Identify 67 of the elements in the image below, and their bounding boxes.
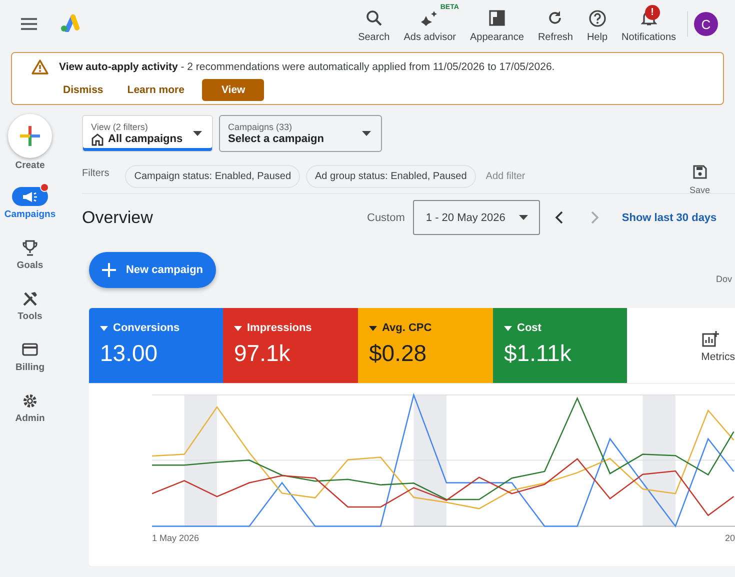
metric-tile[interactable]: Conversions 13.00 bbox=[89, 308, 223, 383]
toolbar-button[interactable]: Appearance bbox=[463, 4, 531, 42]
settings-icon bbox=[22, 392, 38, 408]
warning-icon bbox=[31, 59, 49, 75]
view-button[interactable]: View bbox=[202, 79, 264, 101]
dropdown-arrow-icon bbox=[504, 326, 512, 330]
filters-label: Filters bbox=[82, 168, 110, 179]
metric-tile[interactable]: Cost $1.11k bbox=[493, 308, 627, 383]
create-label: Create bbox=[15, 160, 45, 171]
dropdown-arrow-icon bbox=[362, 131, 371, 136]
help-icon bbox=[588, 10, 606, 26]
metric-tile[interactable]: Avg. CPC $0.28 bbox=[358, 308, 493, 383]
nav-item[interactable]: Tools bbox=[12, 289, 48, 327]
dropdown-arrow-icon bbox=[369, 326, 377, 330]
nav-item[interactable]: Goals bbox=[12, 238, 48, 276]
show-last-30-days-link[interactable]: Show last 30 days bbox=[622, 212, 717, 224]
filter-chip[interactable]: Ad group status: Enabled, Paused bbox=[306, 164, 476, 188]
sparkle-icon bbox=[421, 10, 438, 26]
text-button[interactable]: Learn more bbox=[127, 79, 184, 101]
bell-icon bbox=[640, 10, 657, 26]
chevron-right-icon bbox=[590, 211, 599, 224]
new-campaign-button[interactable]: New campaign bbox=[89, 252, 216, 288]
trophy-icon bbox=[22, 240, 38, 256]
create-button[interactable] bbox=[8, 114, 52, 158]
dropdown-arrow-icon bbox=[234, 326, 242, 330]
nav-item[interactable]: Campaigns bbox=[4, 187, 56, 225]
filter-chip[interactable]: Campaign status: Enabled, Paused bbox=[125, 164, 300, 188]
nav-item[interactable]: Billing bbox=[12, 340, 48, 378]
view-dropdown[interactable]: View (2 filters) All campaigns bbox=[82, 115, 213, 152]
refresh-icon bbox=[547, 10, 564, 26]
toolbar-button[interactable]: Refresh bbox=[530, 4, 580, 42]
text-button[interactable]: Dismiss bbox=[63, 79, 104, 101]
alert-dot bbox=[40, 183, 49, 192]
nav-item[interactable]: Admin bbox=[12, 391, 48, 429]
axis-label: 1 May 2026 bbox=[152, 533, 200, 543]
tools-icon bbox=[22, 290, 38, 306]
cut-off-label: Dov bbox=[716, 274, 734, 284]
add-filter-button[interactable]: Add filter bbox=[486, 170, 526, 182]
plus-icon bbox=[102, 263, 116, 277]
toolbar-button[interactable]: Help bbox=[580, 4, 615, 42]
chevron-left-icon bbox=[554, 211, 563, 224]
date-range-dropdown[interactable]: 1 - 20 May 2026 bbox=[412, 200, 540, 235]
menu-icon[interactable] bbox=[21, 18, 37, 30]
layout-icon bbox=[488, 10, 505, 26]
notification-badge: ! bbox=[644, 4, 660, 20]
save-icon bbox=[692, 165, 707, 179]
dropdown-arrow-icon bbox=[192, 131, 202, 136]
home-icon bbox=[91, 132, 104, 146]
account-avatar[interactable]: C bbox=[694, 12, 718, 36]
page-title: Overview bbox=[82, 208, 154, 228]
megaphone-icon bbox=[22, 190, 38, 202]
axis-label: 20 bbox=[724, 533, 735, 543]
card-icon bbox=[22, 343, 38, 356]
dropdown-arrow-icon bbox=[100, 326, 108, 330]
banner-message: View auto-apply activity - 2 recommendations were automatically applied from 11/05/2026 to 17/05/2026. bbox=[59, 61, 555, 73]
toolbar-button[interactable]: Search bbox=[351, 4, 397, 42]
dropdown-arrow-icon bbox=[518, 215, 528, 220]
logo-icon[interactable] bbox=[60, 14, 80, 32]
save-button[interactable]: Save bbox=[689, 165, 710, 195]
toolbar-button[interactable]: ! Notifications bbox=[614, 4, 683, 42]
range-label: Custom bbox=[367, 212, 405, 224]
search-icon bbox=[366, 10, 382, 26]
plus-icon bbox=[20, 126, 40, 146]
metric-tile[interactable]: Impressions 97.1k bbox=[223, 308, 358, 383]
metrics-button[interactable]: Metrics bbox=[675, 308, 735, 383]
view-dropdown[interactable]: Campaigns (33) Select a campaign bbox=[219, 115, 382, 152]
chart-add-icon bbox=[702, 331, 719, 347]
